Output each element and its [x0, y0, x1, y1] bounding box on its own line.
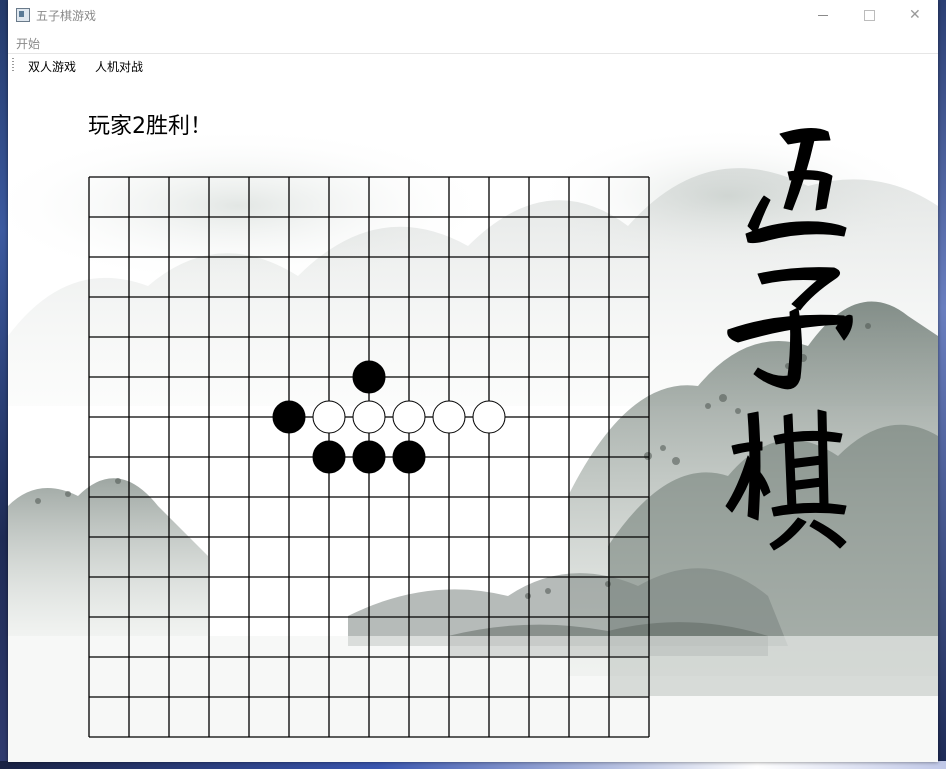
game-window: 五子棋游戏 ✕ 开始 双人游戏 人机对战 玩家2胜利！ — [8, 0, 938, 762]
menu-start[interactable]: 开始 — [16, 35, 40, 52]
window-title: 五子棋游戏 — [36, 9, 97, 23]
toolbar-grip-handle[interactable] — [12, 58, 14, 72]
game-status-text: 玩家2胜利！ — [88, 114, 212, 139]
vs-computer-button[interactable]: 人机对战 — [95, 58, 143, 75]
white-stone — [392, 400, 426, 434]
white-stone — [432, 400, 466, 434]
app-icon — [16, 8, 30, 22]
black-stone — [352, 360, 386, 394]
menu-bar: 开始 — [8, 31, 938, 53]
game-area: 玩家2胜利！ — [8, 76, 938, 762]
black-stone — [312, 440, 346, 474]
close-icon: ✕ — [909, 7, 921, 23]
white-stone — [312, 400, 346, 434]
white-stone — [472, 400, 506, 434]
toolbar: 双人游戏 人机对战 — [8, 53, 938, 77]
black-stone — [352, 440, 386, 474]
gomoku-title-art — [725, 128, 853, 551]
white-stone — [352, 400, 386, 434]
black-stone — [272, 400, 306, 434]
minimize-icon — [818, 15, 828, 16]
two-player-button[interactable]: 双人游戏 — [28, 58, 76, 75]
title-bar[interactable]: 五子棋游戏 ✕ — [8, 0, 938, 31]
maximize-button[interactable] — [846, 0, 892, 31]
gomoku-board[interactable] — [88, 176, 650, 738]
desktop-edge-left — [0, 0, 8, 769]
close-button[interactable]: ✕ — [892, 0, 938, 31]
minimize-button[interactable] — [800, 0, 846, 31]
desktop-edge-right — [938, 0, 946, 769]
black-stone — [392, 440, 426, 474]
desktop-edge-bottom — [0, 761, 946, 769]
maximize-icon — [864, 10, 875, 21]
